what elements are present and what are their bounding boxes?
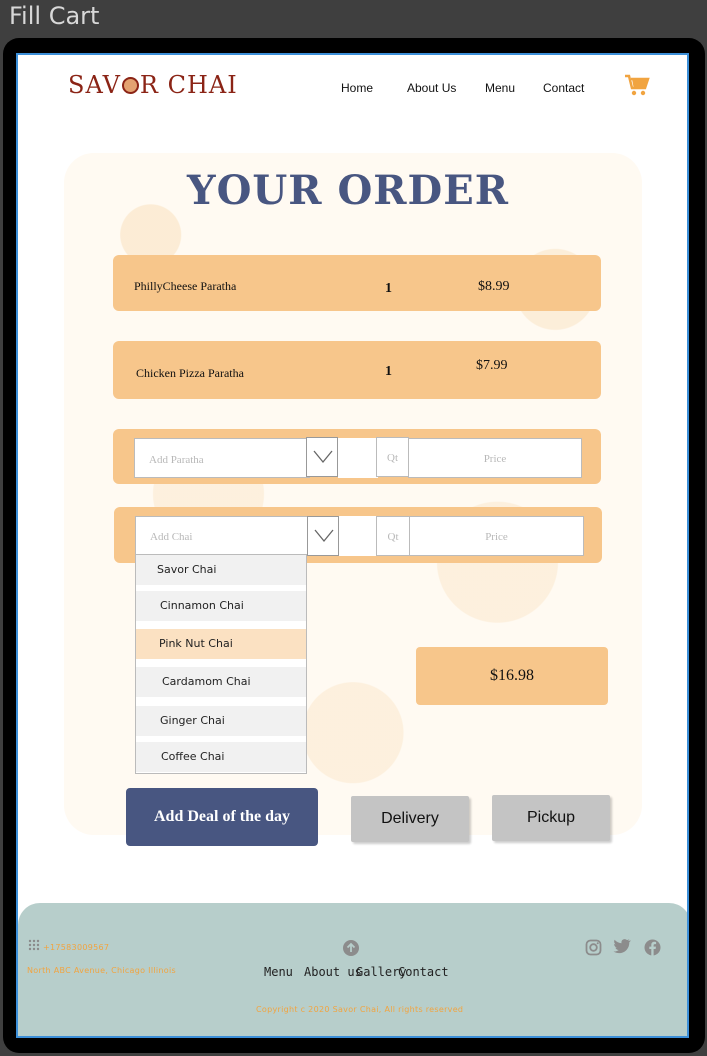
item-quantity: 1 — [385, 281, 392, 296]
footer: +17583009567 North ABC Avenue, Chicago I… — [18, 903, 687, 1036]
pickup-button[interactable]: Pickup — [492, 795, 610, 841]
add-deal-button[interactable]: Add Deal of the day — [126, 788, 318, 846]
chai-spacer — [339, 516, 379, 556]
item-name: PhillyCheese Paratha — [134, 279, 237, 293]
chai-dropdown-toggle[interactable] — [307, 516, 339, 556]
chevron-down-icon — [313, 450, 333, 464]
footer-copyright: Copyright c 2020 Savor Chai, All rights … — [256, 1005, 464, 1014]
item-quantity: 1 — [385, 364, 392, 379]
paratha-qty-input[interactable]: Qt — [376, 437, 409, 477]
scroll-to-top-icon[interactable] — [342, 939, 360, 957]
nav-contact[interactable]: Contact — [543, 81, 584, 95]
delivery-button[interactable]: Delivery — [351, 796, 469, 842]
chai-dropdown-list: Savor Chai Cinnamon Chai Pink Nut Chai C… — [135, 554, 307, 774]
order-item-row: Chicken Pizza Paratha 1 $7.99 — [113, 341, 601, 399]
dropdown-option[interactable]: Savor Chai — [136, 555, 306, 585]
footer-phone[interactable]: +17583009567 — [43, 943, 109, 952]
logo-text-right: R CHAI — [139, 71, 238, 99]
nav-menu[interactable]: Menu — [485, 81, 515, 95]
nav-about[interactable]: About Us — [407, 81, 456, 95]
paratha-spacer — [338, 438, 378, 478]
dropdown-option[interactable]: Cardamom Chai — [136, 667, 306, 697]
order-item-row: PhillyCheese Paratha 1 $8.99 — [113, 255, 601, 311]
item-price: $7.99 — [476, 358, 508, 373]
logo-text-left: SAV — [68, 71, 121, 99]
brand-logo[interactable]: SAV R CHAI — [68, 71, 238, 99]
chai-price-field: Price — [409, 516, 584, 556]
chai-qty-input[interactable]: Qt — [376, 516, 410, 556]
app-screen: SAV R CHAI Home About Us Menu Contact YOU… — [16, 53, 689, 1038]
twitter-icon[interactable] — [613, 938, 631, 954]
facebook-icon[interactable] — [644, 939, 661, 956]
chai-select[interactable]: Add Chai — [135, 516, 311, 556]
footer-nav-menu[interactable]: Menu — [264, 965, 293, 979]
cart-icon[interactable] — [624, 73, 650, 97]
dropdown-option-highlighted[interactable]: Pink Nut Chai — [136, 629, 306, 659]
footer-nav-about[interactable]: About us — [304, 965, 362, 979]
nav-home[interactable]: Home — [341, 81, 373, 95]
chevron-down-icon — [314, 529, 334, 543]
cookie-icon — [121, 77, 139, 94]
item-price: $8.99 — [478, 279, 510, 294]
paratha-select[interactable]: Add Paratha — [134, 438, 310, 478]
window-title: Fill Cart — [9, 2, 100, 30]
footer-nav-contact[interactable]: Contact — [398, 965, 449, 979]
order-title: YOUR ORDER — [187, 167, 509, 214]
item-name: Chicken Pizza Paratha — [136, 366, 244, 380]
footer-address: North ABC Avenue, Chicago Illinois — [27, 966, 176, 975]
instagram-icon[interactable] — [585, 939, 602, 956]
dropdown-option[interactable]: Cinnamon Chai — [136, 591, 306, 621]
dropdown-option[interactable]: Ginger Chai — [136, 706, 306, 736]
dialpad-icon — [28, 939, 40, 951]
order-total: $16.98 — [416, 647, 608, 705]
paratha-price-field: Price — [408, 438, 582, 478]
paratha-dropdown-toggle[interactable] — [306, 437, 338, 477]
dropdown-option[interactable]: Coffee Chai — [136, 742, 306, 772]
